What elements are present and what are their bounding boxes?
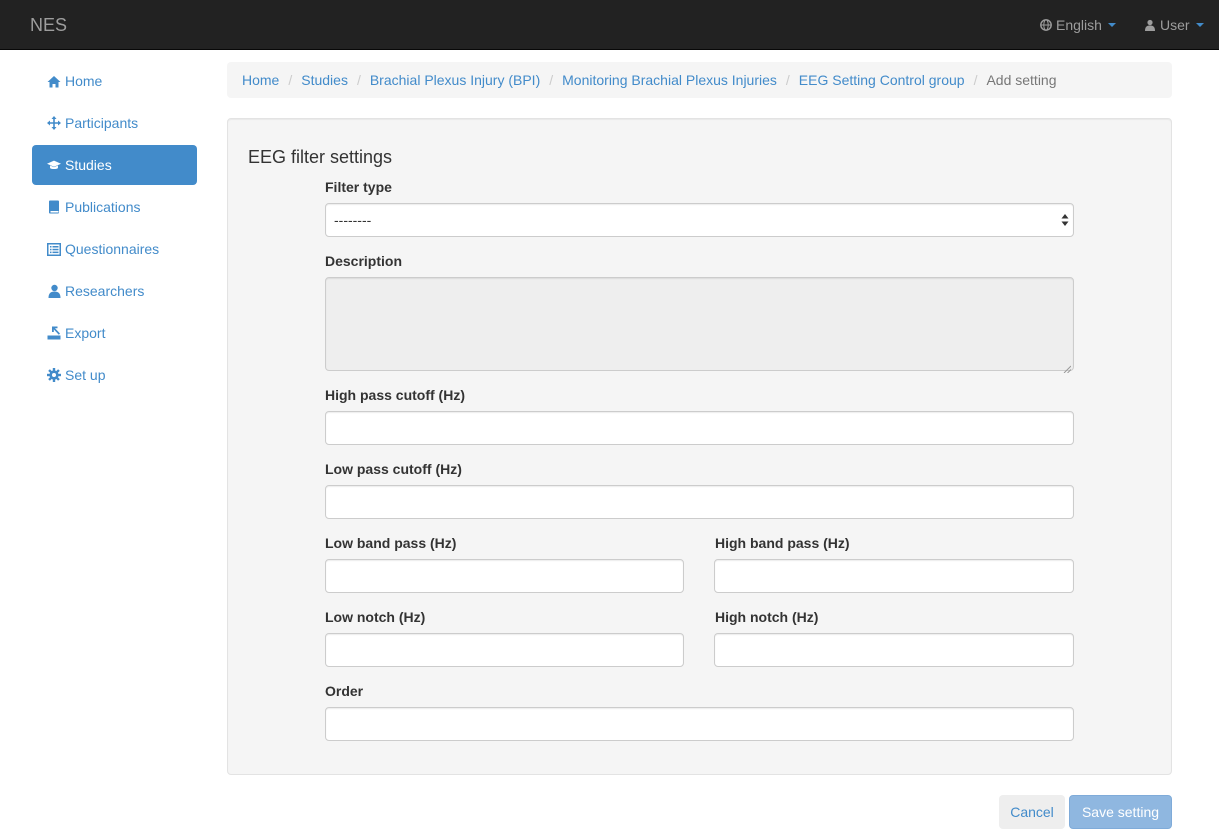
sidebar-item-studies[interactable]: Studies xyxy=(32,145,197,185)
breadcrumb-separator: / xyxy=(973,72,978,88)
order-input[interactable] xyxy=(325,707,1074,741)
user-icon xyxy=(47,284,61,298)
resize-handle-icon[interactable] xyxy=(1063,360,1072,374)
filter-type-value: -------- xyxy=(334,212,372,228)
breadcrumb-current: Add setting xyxy=(986,72,1057,88)
sidebar-item-participants[interactable]: Participants xyxy=(32,103,197,143)
breadcrumb-experiment[interactable]: Monitoring Brachial Plexus Injuries xyxy=(562,72,777,88)
high-band-pass-input[interactable] xyxy=(714,559,1074,593)
filter-type-select[interactable]: -------- xyxy=(325,203,1074,237)
globe-icon xyxy=(1040,19,1052,31)
sidebar-item-label: Questionnaires xyxy=(65,241,160,257)
low-band-pass-input[interactable] xyxy=(325,559,684,593)
high-pass-input[interactable] xyxy=(325,411,1074,445)
top-navbar: NES English User xyxy=(0,0,1219,50)
description-textarea[interactable] xyxy=(325,277,1074,374)
sidebar-item-label: Publications xyxy=(65,199,141,215)
low-band-pass-label: Low band pass (Hz) xyxy=(325,535,457,551)
sidebar-item-set-up[interactable]: Set up xyxy=(32,355,197,395)
sidebar-item-label: Researchers xyxy=(65,283,145,299)
chevron-down-icon xyxy=(1195,23,1204,27)
sidebar-item-home[interactable]: Home xyxy=(32,61,197,101)
description-label: Description xyxy=(325,253,403,269)
sidebar-item-questionnaires[interactable]: Questionnaires xyxy=(32,229,197,269)
breadcrumb-eeg-setting[interactable]: EEG Setting Control group xyxy=(799,72,965,88)
save-setting-button[interactable]: Save setting xyxy=(1069,795,1172,829)
sidebar-item-export[interactable]: Export xyxy=(32,313,197,353)
high-pass-label: High pass cutoff (Hz) xyxy=(325,387,465,403)
order-label: Order xyxy=(325,683,364,699)
sidebar-item-label: Participants xyxy=(65,115,139,131)
filter-type-label: Filter type xyxy=(325,179,392,195)
move-icon xyxy=(47,116,61,130)
export-icon xyxy=(47,326,61,340)
user-icon xyxy=(1144,19,1156,31)
sidebar-nav: Home Participants Studies Publications Q… xyxy=(32,61,197,397)
language-dropdown[interactable]: English xyxy=(1040,0,1116,50)
list-alt-icon xyxy=(47,242,61,256)
panel-title: EEG filter settings xyxy=(248,147,393,167)
low-pass-input[interactable] xyxy=(325,485,1074,519)
breadcrumb-home[interactable]: Home xyxy=(242,72,279,88)
user-dropdown[interactable]: User xyxy=(1144,0,1204,50)
chevron-down-icon xyxy=(1107,23,1116,27)
sidebar-item-label: Set up xyxy=(65,367,106,383)
low-notch-label: Low notch (Hz) xyxy=(325,609,426,625)
high-notch-input[interactable] xyxy=(714,633,1074,667)
high-notch-label: High notch (Hz) xyxy=(715,609,819,625)
cancel-button[interactable]: Cancel xyxy=(999,795,1065,829)
sidebar-item-label: Studies xyxy=(65,157,112,173)
sidebar-item-publications[interactable]: Publications xyxy=(32,187,197,227)
sidebar-item-researchers[interactable]: Researchers xyxy=(32,271,197,311)
book-icon xyxy=(47,200,61,214)
low-notch-input[interactable] xyxy=(325,633,684,667)
user-label: User xyxy=(1160,17,1190,33)
sidebar-item-label: Export xyxy=(65,325,106,341)
sidebar-item-label: Home xyxy=(65,73,103,89)
education-icon xyxy=(47,158,61,172)
cog-icon xyxy=(47,368,61,382)
breadcrumb-separator: / xyxy=(356,72,361,88)
high-band-pass-label: High band pass (Hz) xyxy=(715,535,850,551)
language-label: English xyxy=(1056,17,1102,33)
breadcrumb-separator: / xyxy=(288,72,293,88)
low-pass-label: Low pass cutoff (Hz) xyxy=(325,461,462,477)
breadcrumb-separator: / xyxy=(785,72,790,88)
select-arrows-icon xyxy=(1061,213,1069,227)
breadcrumb-separator: / xyxy=(549,72,554,88)
eeg-filter-settings-panel: EEG filter settings Filter type --------… xyxy=(227,118,1172,775)
breadcrumb: Home / Studies / Brachial Plexus Injury … xyxy=(227,62,1172,98)
breadcrumb-study[interactable]: Brachial Plexus Injury (BPI) xyxy=(370,72,540,88)
breadcrumb-studies[interactable]: Studies xyxy=(301,72,348,88)
home-icon xyxy=(47,74,61,88)
brand-logo[interactable]: NES xyxy=(30,14,67,36)
